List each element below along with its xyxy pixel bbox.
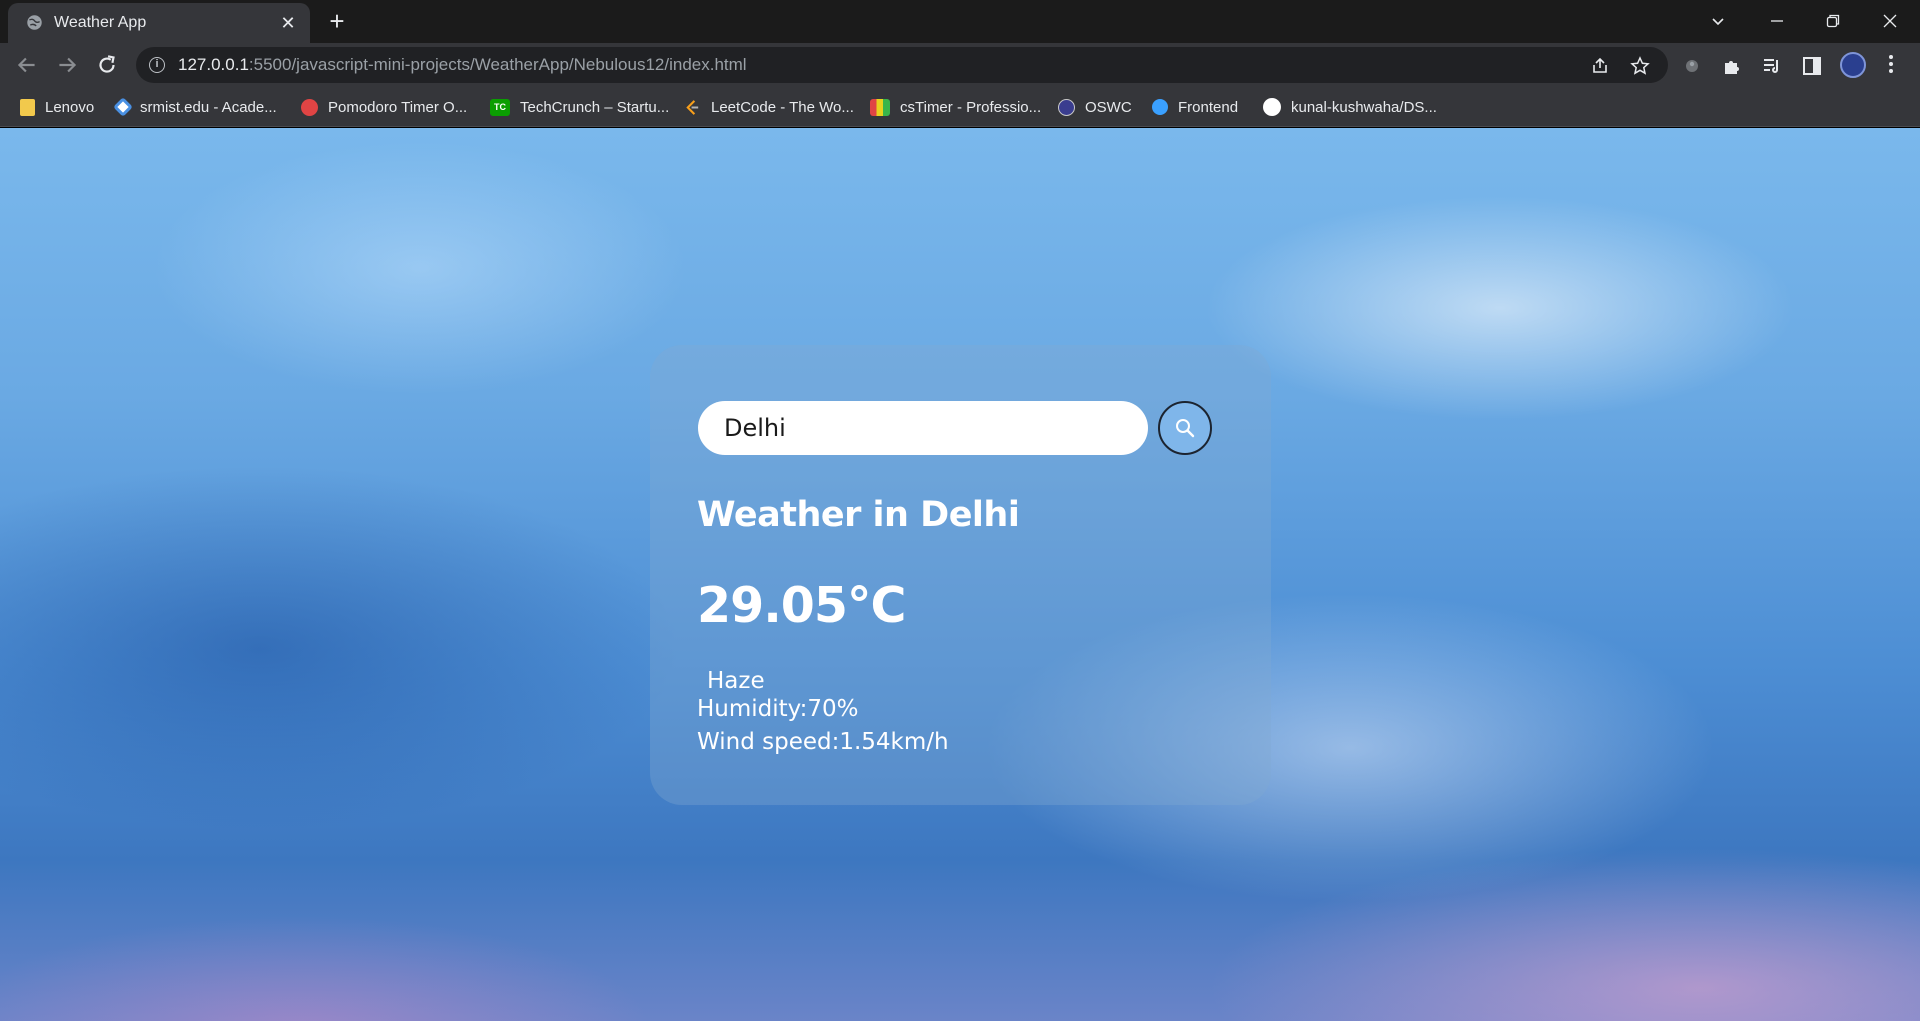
reload-icon[interactable] (94, 52, 120, 78)
bookmarks-bar: Lenovo srmist.edu - Acade... Pomodoro Ti… (0, 87, 1920, 127)
bookmark-item-github[interactable]: kunal-kushwaha/DS... (1263, 96, 1437, 118)
bookmark-label: LeetCode - The Wo... (711, 98, 854, 116)
search-icon (1176, 419, 1195, 438)
github-icon (1263, 98, 1281, 116)
globe-icon (27, 15, 42, 30)
bookmark-item-frontend[interactable]: Frontend (1152, 96, 1238, 118)
weather-description-row: Haze (697, 666, 765, 696)
city-search-input[interactable] (698, 401, 1148, 455)
side-panel-icon[interactable] (1801, 55, 1823, 77)
extension-icon[interactable] (1681, 55, 1703, 77)
bookmark-label: kunal-kushwaha/DS... (1291, 98, 1437, 116)
puzzle-icon[interactable] (1721, 55, 1743, 77)
weather-card: Weather in Delhi 29.05°C Haze Humidity:7… (650, 345, 1271, 805)
restore-icon (1826, 14, 1840, 28)
close-window-button[interactable] (1868, 6, 1912, 36)
weather-icon (697, 666, 707, 696)
bookmark-item-srmist[interactable]: srmist.edu - Acade... (113, 96, 277, 118)
cstimer-icon (870, 98, 890, 116)
weather-page-background: Weather in Delhi 29.05°C Haze Humidity:7… (0, 128, 1920, 1021)
bookmark-item-techcrunch[interactable]: TC TechCrunch – Startu... (490, 96, 669, 118)
humidity: Humidity:70% (697, 696, 859, 722)
browser-toolbar: i 127.0.0.1:5500/javascript-mini-project… (0, 43, 1920, 87)
bookmark-item-cstimer[interactable]: csTimer - Professio... (870, 96, 1041, 118)
tab-title: Weather App (54, 14, 147, 31)
bookmark-item-pomodoro[interactable]: Pomodoro Timer O... (301, 96, 467, 118)
wind-speed: Wind speed:1.54km/h (697, 729, 949, 755)
oswc-icon (1058, 98, 1075, 116)
url-text[interactable]: 127.0.0.1:5500/javascript-mini-projects/… (178, 55, 747, 75)
site-info-icon[interactable]: i (149, 57, 165, 73)
bookmark-label: TechCrunch – Startu... (520, 98, 670, 116)
restore-button[interactable] (1811, 6, 1855, 36)
bookmark-item-lenovo[interactable]: Lenovo (20, 96, 94, 118)
bookmark-label: Frontend (1178, 98, 1239, 116)
bookmark-item-oswc[interactable]: OSWC (1058, 96, 1132, 118)
close-icon (1883, 14, 1897, 28)
bookmark-star-icon[interactable] (1630, 56, 1650, 76)
chevron-down-icon (1712, 18, 1724, 26)
frontend-icon (1152, 99, 1168, 115)
leetcode-icon (686, 99, 699, 115)
bookmark-label: srmist.edu - Acade... (140, 98, 277, 116)
back-arrow-icon[interactable] (14, 52, 40, 78)
tab-strip: Weather App ✕ + (0, 0, 1920, 43)
bookmark-label: csTimer - Professio... (900, 98, 1042, 116)
techcrunch-icon: TC (490, 98, 510, 116)
bookmark-label: OSWC (1085, 98, 1132, 116)
minimize-icon (1771, 20, 1783, 22)
weather-description: Haze (707, 668, 765, 694)
search-button[interactable] (1158, 401, 1212, 455)
profile-avatar[interactable] (1840, 52, 1866, 78)
tab-search-button[interactable] (1696, 6, 1740, 36)
new-tab-button[interactable]: + (324, 8, 350, 35)
folder-icon (20, 98, 35, 116)
forward-arrow-icon[interactable] (54, 52, 80, 78)
address-bar[interactable]: i 127.0.0.1:5500/javascript-mini-project… (136, 47, 1668, 83)
minimize-button[interactable] (1755, 6, 1799, 36)
more-menu-icon[interactable] (1888, 53, 1894, 77)
bookmark-label: Pomodoro Timer O... (328, 98, 468, 116)
browser-tab[interactable]: Weather App ✕ (8, 3, 310, 43)
share-icon[interactable] (1590, 56, 1610, 76)
city-title: Weather in Delhi (697, 495, 1020, 535)
close-tab-icon[interactable]: ✕ (278, 13, 298, 33)
pomodoro-icon (301, 98, 318, 116)
bookmark-item-leetcode[interactable]: LeetCode - The Wo... (684, 96, 854, 118)
bookmark-label: Lenovo (45, 98, 95, 116)
media-control-icon[interactable] (1761, 55, 1783, 77)
temperature: 29.05°C (697, 577, 906, 634)
srmist-icon (113, 97, 133, 117)
